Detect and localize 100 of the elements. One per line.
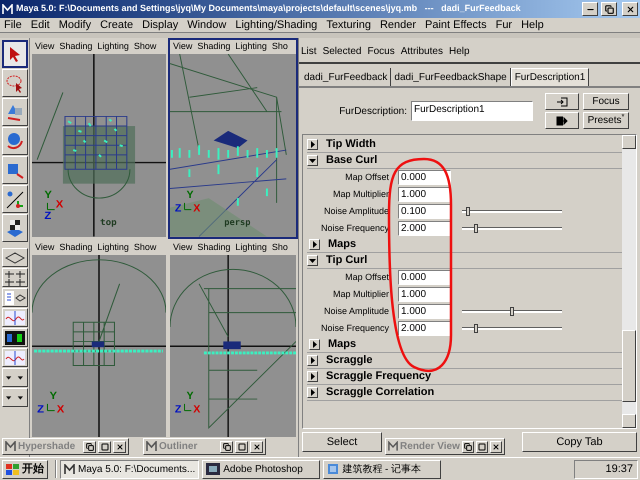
maximize-button[interactable] <box>476 440 488 452</box>
value-field[interactable]: 1.000 <box>398 304 451 319</box>
close-button[interactable] <box>250 440 263 452</box>
value-field[interactable]: 2.000 <box>398 221 451 236</box>
layout-button[interactable] <box>2 368 28 387</box>
viewport-panel[interactable]: View Shading Lighting Sho Y Z X persp <box>168 38 298 238</box>
task-button[interactable]: Maya 5.0: F:\Documents... <box>60 460 200 478</box>
menu-item[interactable]: List <box>301 44 317 58</box>
attribute-label: Noise Frequency <box>320 222 389 235</box>
panel-menu-item[interactable]: Sho <box>272 240 288 254</box>
panel-menu-item[interactable]: View <box>173 240 192 254</box>
slider-thumb[interactable] <box>474 224 478 233</box>
panel-menu-item[interactable]: Show <box>134 40 156 54</box>
restore-button[interactable] <box>462 440 474 452</box>
panel-menu-item[interactable]: Show <box>134 240 156 254</box>
window-title: Render View <box>400 440 460 454</box>
value-field[interactable]: 0.000 <box>398 270 451 285</box>
scrollbar[interactable] <box>622 135 636 428</box>
expand-button[interactable] <box>307 355 318 366</box>
panel-menu-item[interactable]: Shading <box>197 240 230 254</box>
triangle-icon <box>309 257 316 264</box>
expand-button[interactable] <box>307 371 318 382</box>
panel-menu-item[interactable]: View <box>35 240 54 254</box>
menu-item[interactable]: Edit <box>30 16 50 34</box>
restore-icon <box>222 442 230 450</box>
restore-button[interactable] <box>220 440 233 452</box>
menu-item[interactable]: Attributes <box>400 44 443 58</box>
layout-button[interactable] <box>2 288 28 307</box>
restore-button[interactable] <box>601 2 617 16</box>
menu-item[interactable]: Paint Effects <box>425 16 487 34</box>
task-button[interactable]: Adobe Photoshop <box>202 460 320 478</box>
panel-button[interactable]: Presets$^{*}$ <box>583 112 629 129</box>
maximize-icon <box>238 442 246 450</box>
collapse-button[interactable] <box>307 155 318 166</box>
menu-item[interactable]: Window <box>187 16 226 34</box>
slider-thumb[interactable] <box>510 307 514 316</box>
name-input-field[interactable]: FurDescription1 <box>411 101 533 121</box>
close-button[interactable] <box>622 2 638 16</box>
panel-menu-item[interactable]: Lighting <box>97 40 129 54</box>
panel-menu-item[interactable]: Shading <box>59 240 92 254</box>
menu-item[interactable]: Modify <box>58 16 92 34</box>
tab[interactable]: FurDescription1 <box>510 68 590 86</box>
maximize-button[interactable] <box>98 440 111 452</box>
menu-item[interactable]: Create <box>100 16 134 34</box>
menu-item[interactable]: Display <box>142 16 178 34</box>
close-button[interactable] <box>113 440 126 452</box>
menu-item[interactable]: Fur <box>496 16 512 34</box>
slider-thumb[interactable] <box>466 207 470 216</box>
load-icon-button[interactable] <box>545 93 579 110</box>
value-field[interactable]: 1.000 <box>398 287 451 302</box>
menu-item[interactable]: Focus <box>367 44 395 58</box>
value-field[interactable]: 1.000 <box>398 187 451 202</box>
panel-menu-item[interactable]: Lighting <box>235 40 267 54</box>
maximize-button[interactable] <box>235 440 248 452</box>
slider-track[interactable] <box>462 306 562 317</box>
collapse-button[interactable] <box>307 255 318 266</box>
expand-button[interactable] <box>307 139 318 150</box>
export-icon-button[interactable] <box>545 112 579 129</box>
layout-button[interactable] <box>2 248 28 267</box>
panel-menu-item[interactable]: Sho <box>272 40 288 54</box>
value-field[interactable]: 2.000 <box>398 321 451 336</box>
panel-menu-item[interactable]: Shading <box>197 40 230 54</box>
panel-menu-item[interactable]: View <box>35 40 54 54</box>
menu-item[interactable]: Help <box>521 16 544 34</box>
menu-item[interactable]: Help <box>448 44 470 58</box>
value-field[interactable]: 0.100 <box>398 204 451 219</box>
tab[interactable]: dadi_FurFeedback <box>301 68 392 86</box>
expand-button[interactable] <box>309 339 320 350</box>
layout-button[interactable] <box>2 388 28 407</box>
slider-track[interactable] <box>462 206 562 217</box>
panel-menu-item[interactable]: View <box>173 40 192 54</box>
panel-menu-item[interactable]: Lighting <box>97 240 129 254</box>
expand-button[interactable] <box>307 387 318 398</box>
panel-menu-item[interactable]: Shading <box>59 40 92 54</box>
menu-item[interactable]: Selected <box>322 44 362 58</box>
slider-track[interactable] <box>462 323 562 334</box>
slider-thumb[interactable] <box>474 324 478 333</box>
section-title: Scraggle Correlation <box>326 385 434 400</box>
value-field[interactable]: 0.000 <box>398 170 451 185</box>
layout-button[interactable] <box>2 268 28 287</box>
menu-item[interactable]: Texturing <box>326 16 371 34</box>
layout-button[interactable] <box>2 308 28 327</box>
layout-button[interactable] <box>2 348 28 367</box>
minimize-button[interactable] <box>582 2 598 16</box>
tool-button[interactable] <box>2 40 28 68</box>
panel-button[interactable]: Focus <box>583 93 629 110</box>
menu-item[interactable]: Render <box>380 16 416 34</box>
menu-item[interactable]: Lighting/Shading <box>235 16 318 34</box>
bottom-button[interactable]: Select <box>302 432 382 452</box>
expand-button[interactable] <box>309 239 320 250</box>
slider-track[interactable] <box>462 223 562 234</box>
task-button[interactable]: 建筑教程 - 记事本 <box>323 460 442 478</box>
close-button[interactable] <box>490 440 502 452</box>
layout-button[interactable] <box>2 328 28 347</box>
restore-button[interactable] <box>83 440 96 452</box>
viewport-panel[interactable]: View Shading Lighting Sho Y Z X <box>168 238 298 439</box>
menu-item[interactable]: File <box>4 16 22 34</box>
bottom-button[interactable]: Copy Tab <box>522 432 637 452</box>
start-button[interactable]: 开始 <box>2 460 48 478</box>
panel-menu-item[interactable]: Lighting <box>235 240 267 254</box>
